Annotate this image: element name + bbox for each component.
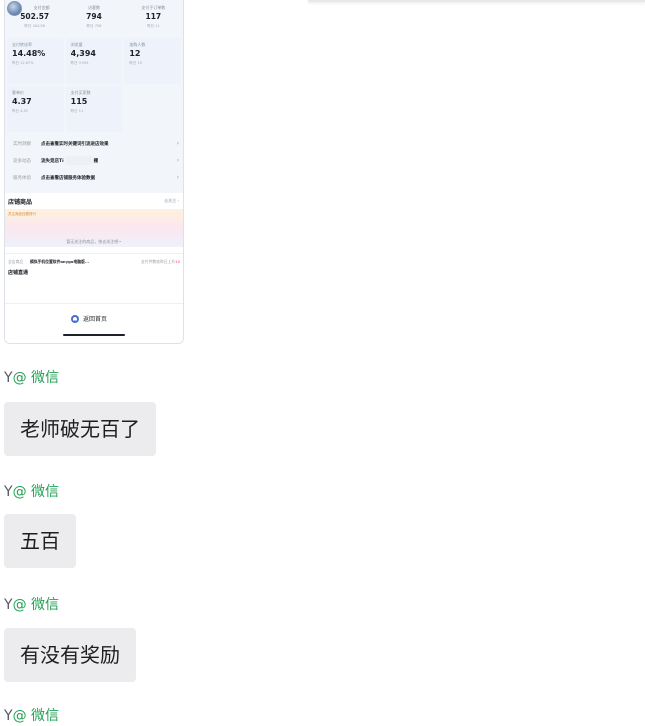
message-bubble[interactable]: 有没有奖励 <box>4 628 136 682</box>
stat-cell: 客单价 4.37 昨日 4.45 <box>7 86 64 132</box>
stat-cell: 支付买家数 115 昨日 11 <box>65 86 123 132</box>
chevron-right-icon: › <box>176 140 179 147</box>
stat-cell: 浏览量 4,394 昨日 3,991 <box>65 38 123 84</box>
next-section-title: 店铺直通 <box>8 270 29 275</box>
top-window-edge <box>308 0 645 2</box>
stat-cell: 加购人数 12 昨日 15 <box>124 38 182 84</box>
stats-row: 客单价 4.37 昨日 4.45 支付买家数 115 昨日 11 <box>7 86 181 132</box>
message-bubble[interactable]: 老师破无百了 <box>4 402 156 456</box>
info-list: 实时洞察 点击查看实时关键词引流进店效果 › 竞争动态 流失竞店Ti 棚 › 服务… <box>5 135 183 186</box>
chevron-right-icon: › <box>176 174 179 181</box>
home-indicator <box>63 334 125 336</box>
shop-header: 店铺商品 去关注 › <box>8 198 179 206</box>
message-sender: Y@ 微信 <box>4 597 60 613</box>
message-sender: Y@ 微信 <box>4 708 60 724</box>
message-sender: Y@ 微信 <box>4 370 60 386</box>
stat-cell: 支付转化率 14.48% 昨日 12.67% <box>7 38 64 84</box>
info-row[interactable]: 实时洞察 点击查看实时关键词引流进店效果 › <box>5 135 183 152</box>
stat-cell: 支付子订单数 117 昨日 11 <box>141 5 166 28</box>
message-bubble[interactable]: 五百 <box>4 514 76 568</box>
bottom-bar: 返回首页 <box>5 303 183 343</box>
avatar <box>7 1 22 16</box>
message-sender: Y@ 微信 <box>4 484 60 500</box>
empty-state-text: 暂无关注的商品，快去关注吧~ <box>66 239 122 244</box>
stats-panel: 支付金额 502.57 昨日 404.58 访客数 794 昨日 726 支付子… <box>5 1 183 134</box>
info-row[interactable]: 服务体验 点击查看店铺服务体验数据 › <box>5 169 183 186</box>
chevron-right-icon: › <box>176 157 179 164</box>
info-row[interactable]: 竞争动态 流失竞店Ti 棚 › <box>5 152 183 169</box>
return-home-button[interactable]: 返回首页 <box>71 314 107 323</box>
redacted-block <box>65 156 92 165</box>
shared-screenshot[interactable]: 支付金额 502.57 昨日 404.58 访客数 794 昨日 726 支付子… <box>4 0 184 344</box>
product-row[interactable]: 全店商品 模拟手机位置软件anygo电脑版... 支付件数较昨日上升10 <box>5 253 183 269</box>
follow-link[interactable]: 去关注 › <box>164 198 179 204</box>
stat-cell-empty <box>124 86 181 132</box>
shop-products-card: 店铺商品 去关注 › 关注商品还看排行 暂无关注的商品，快去关注吧~ 全店商品 … <box>5 193 183 303</box>
stat-cell: 访客数 794 昨日 726 <box>86 5 102 28</box>
home-icon <box>71 314 79 323</box>
stats-row: 支付转化率 14.48% 昨日 12.67% 浏览量 4,394 昨日 3,99… <box>7 38 182 84</box>
stats-row: 支付金额 502.57 昨日 404.58 访客数 794 昨日 726 支付子… <box>5 1 183 33</box>
